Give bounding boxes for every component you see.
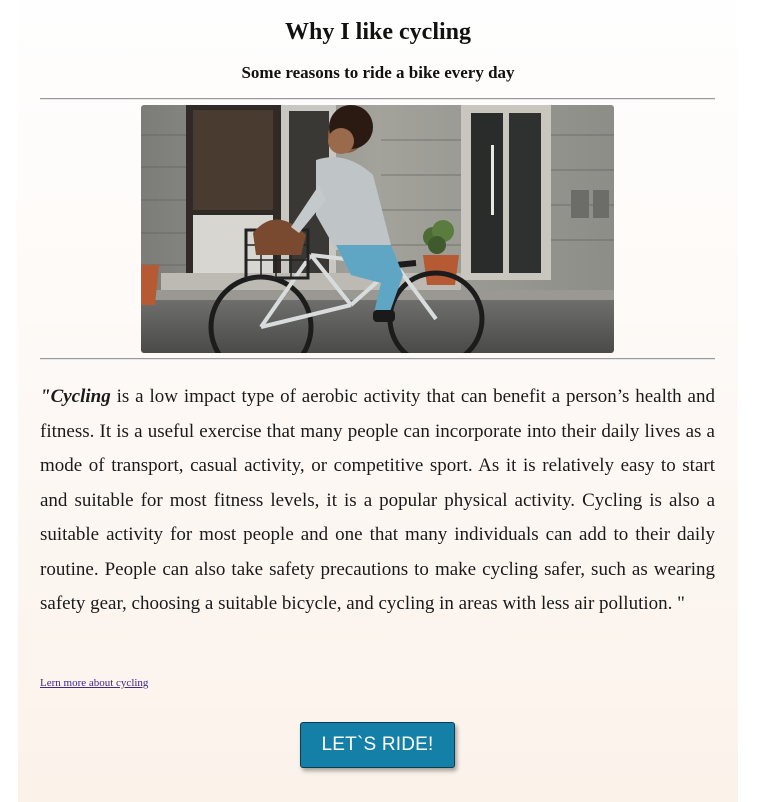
bottom-divider <box>40 358 715 360</box>
cyclist-photo <box>141 105 614 353</box>
page-title: Why I like cycling <box>284 19 471 45</box>
opening-quote: " <box>40 386 51 407</box>
learn-more-link[interactable]: Lern more about cycling <box>40 677 148 689</box>
page-card: Why I like cycling Some reasons to ride … <box>18 0 738 802</box>
article-text: "Cycling is a low impact type of aerobic… <box>40 380 715 622</box>
lets-ride-button[interactable]: LET`S RIDE! <box>300 722 455 768</box>
article-lead: "Cycling <box>40 386 111 407</box>
page-subtitle: Some reasons to ride a bike every day <box>241 63 515 82</box>
top-divider <box>40 98 715 100</box>
article-body: is a low impact type of aerobic activity… <box>40 386 715 614</box>
cyclist-illustration <box>141 105 614 353</box>
lead-word: Cycling <box>50 386 111 407</box>
